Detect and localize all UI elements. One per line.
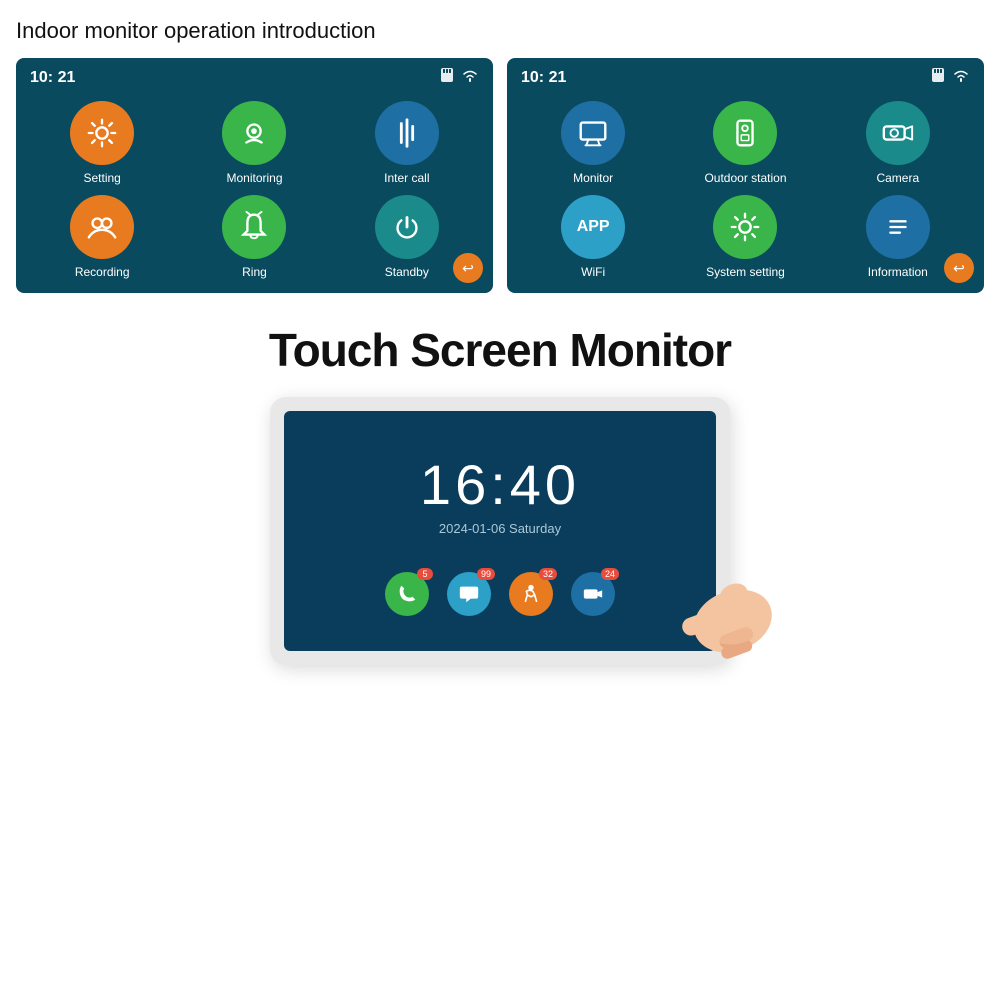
information-label: Information [868,265,928,279]
screen1-back-button[interactable]: ↩ [453,253,483,283]
menu-item-intercall[interactable]: Inter call [335,101,479,185]
motion-badge: 32 [539,568,557,580]
information-icon-circle [866,195,930,259]
screen2-sd-icon [930,68,946,87]
screen-panel-2: 10: 21 [507,58,984,293]
system-setting-icon-circle [713,195,777,259]
camera-icon-circle [866,101,930,165]
hand-pointer [620,535,820,685]
menu-item-recording[interactable]: Recording [30,195,174,279]
screen1-menu-grid: Setting Monitoring [30,101,479,279]
monitoring-label: Monitoring [226,171,282,185]
chat-badge: 99 [477,568,495,580]
page-title: Indoor monitor operation introduction [16,18,984,44]
screen2-top-bar: 10: 21 [521,68,970,87]
menu-item-system-setting[interactable]: System setting [673,195,817,279]
wifi-label: WiFi [581,265,605,279]
screens-row: 10: 21 [16,58,984,293]
outdoor-icon-circle [713,101,777,165]
phone-icon-wrap: 5 [385,572,429,616]
outdoor-label: Outdoor station [704,171,786,185]
intercall-icon-circle [375,101,439,165]
system-setting-label: System setting [706,265,785,279]
screen1-top-icons [439,68,479,87]
menu-item-outdoor[interactable]: Outdoor station [673,101,817,185]
standby-label: Standby [385,265,429,279]
wifi-icon [461,68,479,87]
menu-item-wifi[interactable]: APP WiFi [521,195,665,279]
motion-icon-wrap: 32 [509,572,553,616]
monitor-label: Monitor [573,171,613,185]
screen-panel-1: 10: 21 [16,58,493,293]
standby-icon-circle [375,195,439,259]
monitoring-icon-circle [222,101,286,165]
wifi-app-icon-circle: APP [561,195,625,259]
menu-item-ring[interactable]: Ring [182,195,326,279]
bottom-section: Touch Screen Monitor 16:40 2024-01-06 Sa… [16,323,984,665]
screen2-wifi-icon [952,68,970,87]
recording-label: Recording [75,265,130,279]
screen1-time: 10: 21 [30,69,75,87]
menu-item-camera[interactable]: Camera [826,101,970,185]
camera-label: Camera [876,171,919,185]
monitor-wrapper: 16:40 2024-01-06 Saturday 5 [270,397,730,665]
setting-label: Setting [83,171,120,185]
sd-card-icon [439,68,455,87]
monitor-bottom-icons: 5 99 [385,572,615,616]
screen2-back-button[interactable]: ↩ [944,253,974,283]
monitor-clock: 16:40 [420,452,580,517]
monitor-icon-circle [561,101,625,165]
touch-screen-title: Touch Screen Monitor [269,323,731,377]
page-wrapper: Indoor monitor operation introduction 10… [0,0,1000,1000]
recording-icon-circle [70,195,134,259]
intercall-label: Inter call [384,171,429,185]
recording-icon-wrap: 24 [571,572,615,616]
ring-icon-circle [222,195,286,259]
screen1-top-bar: 10: 21 [30,68,479,87]
menu-item-setting[interactable]: Setting [30,101,174,185]
setting-icon-circle [70,101,134,165]
menu-item-monitoring[interactable]: Monitoring [182,101,326,185]
chat-icon-wrap: 99 [447,572,491,616]
recording-badge: 24 [601,568,619,580]
ring-label: Ring [242,265,267,279]
screen2-top-icons [930,68,970,87]
monitor-date: 2024-01-06 Saturday [439,521,561,536]
screen2-time: 10: 21 [521,69,566,87]
screen2-menu-grid: Monitor Outdoor station [521,101,970,279]
menu-item-monitor[interactable]: Monitor [521,101,665,185]
phone-badge: 5 [417,568,433,580]
